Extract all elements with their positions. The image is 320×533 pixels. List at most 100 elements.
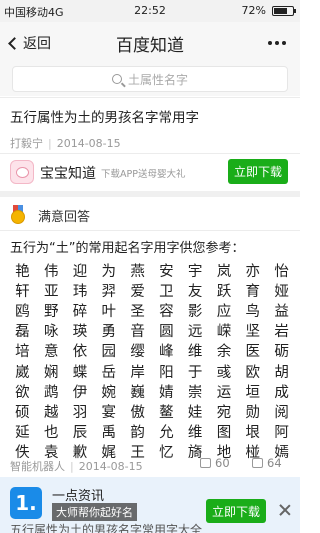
answer-character: 宇 — [187, 263, 203, 280]
search-input[interactable]: 土属性名字 — [12, 66, 288, 92]
more-menu-icon[interactable] — [268, 41, 286, 45]
search-icon — [111, 74, 122, 84]
divider — [0, 230, 300, 231]
question-title: 五行属性为土的男孩名字常用字 — [10, 110, 199, 126]
answer-character: 图 — [216, 425, 232, 442]
answer-character: 育 — [245, 283, 261, 300]
answer-character: 远 — [187, 324, 203, 341]
ad-title: 一点资讯 — [52, 489, 105, 504]
search-placeholder: 土属性名字 — [127, 72, 188, 87]
answer-character: 阳 — [159, 364, 174, 381]
answer-character: 影 — [187, 303, 203, 320]
section-gap — [0, 191, 300, 197]
answer-character: 羿 — [101, 283, 117, 300]
answer-character: 岩 — [274, 324, 289, 341]
answer-character: 垣 — [245, 384, 261, 401]
answer-character: 磊 — [15, 324, 30, 341]
answer-character: 伟 — [43, 263, 59, 280]
like-button[interactable]: 60 — [200, 456, 230, 470]
answer-character: 跃 — [216, 283, 232, 300]
thumbs-down-icon — [252, 458, 263, 468]
answer-character: 瑛 — [72, 324, 88, 341]
answer-character: 意 — [43, 344, 59, 361]
answer-character: 依 — [72, 344, 88, 361]
answer-character: 音 — [130, 324, 145, 341]
answer-character: 婧 — [159, 384, 174, 401]
answer-character: 维 — [187, 425, 203, 442]
baby-app-logo-icon — [10, 160, 34, 184]
thumbs-up-icon — [200, 458, 211, 468]
answer-character: 运 — [216, 384, 232, 401]
answer-character: 容 — [159, 303, 174, 320]
answer-character: 羽 — [72, 404, 88, 421]
answer-character: 碎 — [72, 303, 88, 320]
answer-character: 培 — [15, 344, 30, 361]
answer-character: 亚 — [43, 283, 59, 300]
app-slogan: 下载APP送母婴大礼 — [101, 169, 186, 180]
answer-character: 咏 — [43, 324, 59, 341]
question-meta: 打毅宁 | 2014-08-15 — [10, 137, 121, 150]
page-title: 百度知道 — [116, 36, 184, 56]
dislike-count: 64 — [267, 456, 282, 470]
answer-character: 燕 — [130, 263, 145, 280]
answer-character: 迎 — [72, 263, 88, 280]
answer-intro: 五行为“土”的常用起名字用字供您参考： — [10, 241, 245, 256]
answer-author[interactable]: 智能机器人 — [10, 460, 65, 473]
answer-character: 怡 — [274, 263, 289, 280]
answer-character: 硕 — [15, 404, 30, 421]
answer-character: 崴 — [15, 364, 30, 381]
answer-character: 友 — [187, 283, 203, 300]
answer-character: 叶 — [101, 303, 117, 320]
answer-character: 蝶 — [72, 364, 88, 381]
answer-character: 维 — [187, 344, 203, 361]
answer-character: 垠 — [245, 425, 261, 442]
ad-subtitle: 大师帮你起好名 — [52, 503, 137, 521]
battery-percent: 72% — [241, 4, 266, 17]
status-bar: 中国移动4G 22:52 72% — [0, 0, 300, 22]
bottom-ad-banner[interactable]: 1. 一点资讯 大师帮你起好名 五行属性为土的男孩名字常用字大全 立即下载 — [0, 477, 300, 533]
answer-character: 益 — [274, 303, 289, 320]
answer-character: 圆 — [159, 324, 174, 341]
answer-character: 勇 — [101, 324, 117, 341]
answer-character: 忆 — [159, 445, 174, 462]
answer-character: 野 — [43, 303, 59, 320]
answer-character: 欲 — [15, 384, 30, 401]
answer-character: 医 — [245, 344, 261, 361]
medal-icon — [10, 205, 26, 224]
answer-character: 鸥 — [15, 303, 30, 320]
answer-character: 应 — [216, 303, 232, 320]
answer-character: 娴 — [43, 364, 59, 381]
ad-download-button[interactable]: 立即下载 — [206, 499, 266, 523]
answer-character: 阿 — [274, 425, 289, 442]
answer-character: 峰 — [159, 344, 174, 361]
app-promo-banner[interactable]: 宝宝知道 下载APP送母婴大礼 立即下载 — [0, 154, 300, 190]
answer-character: 安 — [159, 263, 174, 280]
divider — [0, 97, 300, 98]
download-button[interactable]: 立即下载 — [228, 159, 288, 184]
question-author[interactable]: 打毅宁 — [10, 137, 43, 150]
answer-character: 园 — [101, 344, 117, 361]
yidian-logo-icon: 1. — [10, 487, 42, 519]
answer-character: 圣 — [130, 303, 145, 320]
answer-character: 嵘 — [216, 324, 232, 341]
app-name: 宝宝知道 — [40, 166, 96, 182]
answer-character: 禹 — [101, 425, 117, 442]
answer-character: 欧 — [245, 364, 261, 381]
answer-character: 勋 — [245, 404, 261, 421]
ad-background-text: 五行属性为土的男孩名字常用字大全 — [10, 523, 203, 533]
close-icon[interactable] — [278, 503, 292, 517]
question-date: 2014-08-15 — [56, 137, 121, 150]
answer-character: 坚 — [245, 324, 261, 341]
answer-character: 岳 — [101, 364, 117, 381]
answer-character: 于 — [187, 364, 203, 381]
nav-bar: 返回 百度知道 — [0, 22, 300, 64]
answer-character: 余 — [216, 344, 232, 361]
dislike-button[interactable]: 64 — [252, 456, 282, 470]
answer-character: 胡 — [274, 364, 289, 381]
answer-character: 彧 — [216, 364, 232, 381]
answer-meta: 智能机器人 | 2014-08-15 — [10, 460, 143, 473]
answer-character: 也 — [43, 425, 59, 442]
answer-character: 鸟 — [245, 303, 261, 320]
best-answer-label: 满意回答 — [38, 210, 91, 225]
answer-character: 崇 — [187, 384, 203, 401]
